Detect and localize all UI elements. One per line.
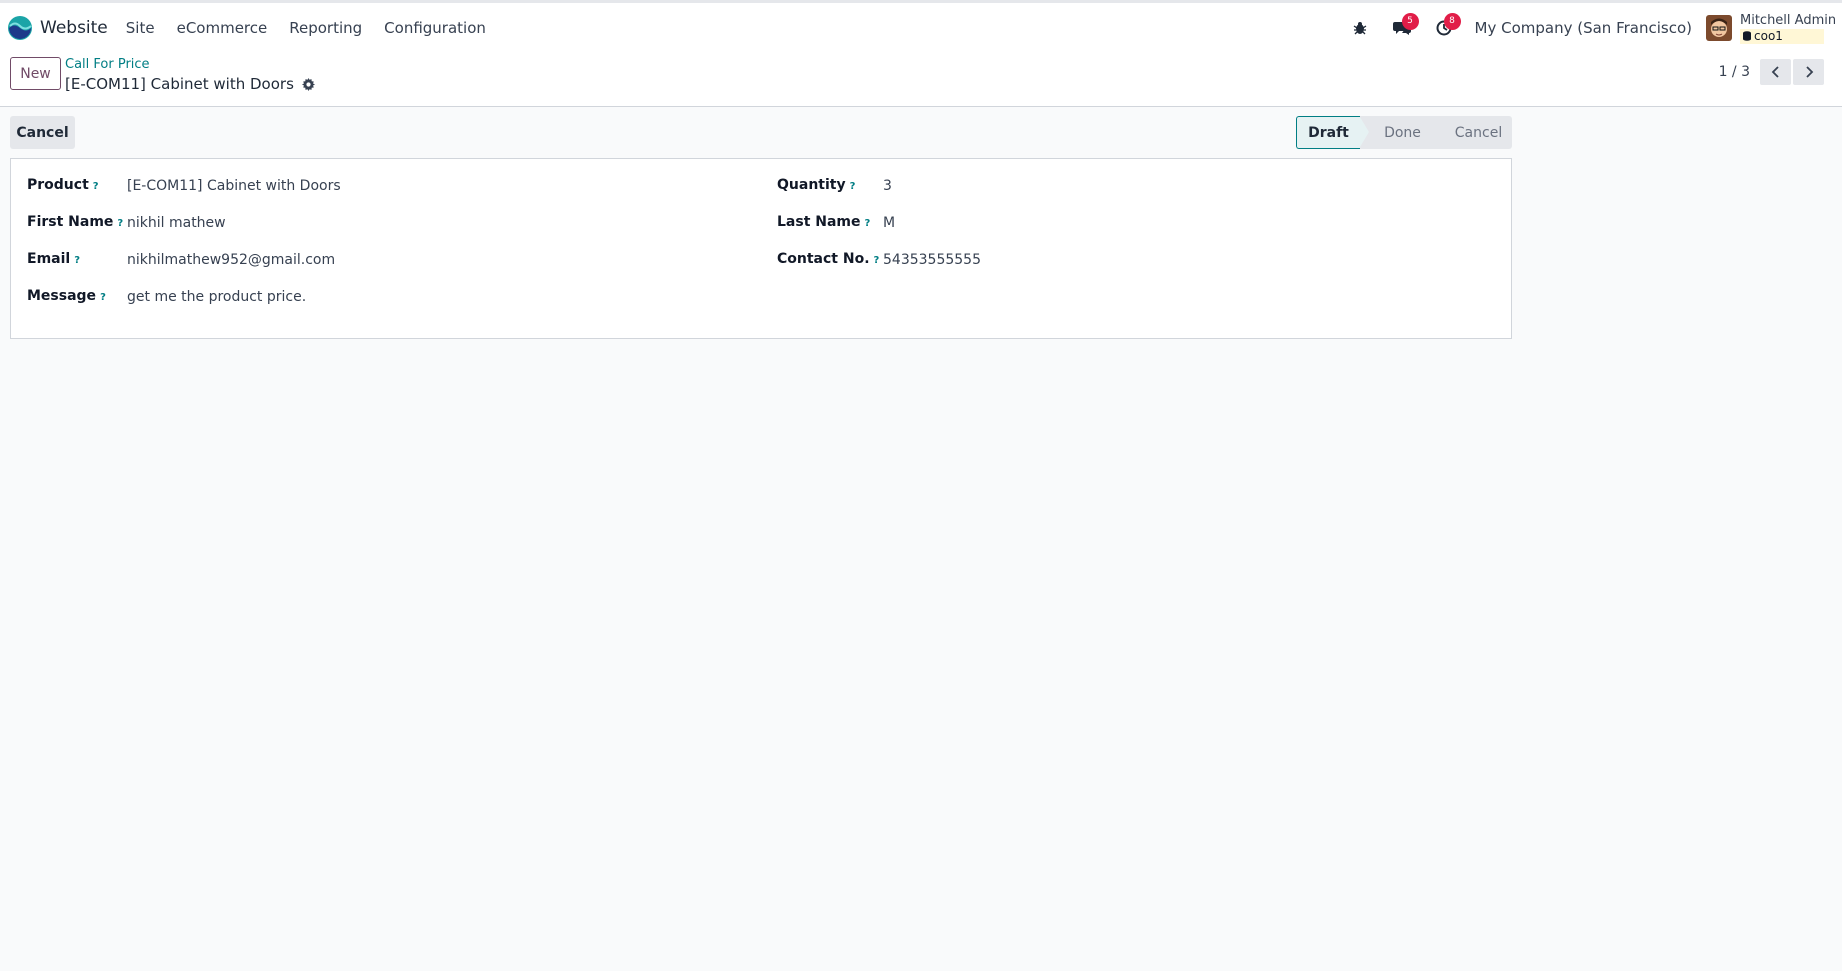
email-value[interactable]: nikhilmathew952@gmail.com [127, 252, 335, 268]
message-label: Message [27, 288, 97, 304]
field-contact-no: Contact No.? [777, 251, 879, 267]
product-label: Product [27, 177, 89, 193]
main-navbar: Website Site eCommerce Reporting Configu… [0, 0, 1842, 53]
control-panel: New Call For Price [E-COM11] Cabinet wit… [0, 53, 1842, 107]
field-email: Email? [27, 251, 80, 267]
menu-configuration[interactable]: Configuration [373, 19, 497, 37]
field-last-name: Last Name? [777, 214, 870, 230]
activities-badge: 8 [1443, 13, 1461, 30]
form-statusbar: Cancel Draft Done Cancel [10, 116, 1512, 149]
help-tooltip-icon[interactable]: ? [117, 218, 123, 229]
menu-ecommerce[interactable]: eCommerce [166, 19, 279, 37]
help-tooltip-icon[interactable]: ? [74, 255, 80, 266]
stage-cancel[interactable]: Cancel [1433, 116, 1512, 149]
message-value[interactable]: get me the product price. [127, 289, 306, 305]
stage-done[interactable]: Done [1360, 116, 1444, 149]
breadcrumb-parent-link[interactable]: Call For Price [65, 56, 315, 74]
help-tooltip-icon[interactable]: ? [93, 181, 99, 192]
email-label: Email [27, 251, 71, 267]
gear-icon[interactable] [301, 77, 315, 91]
database-icon [1743, 31, 1751, 41]
contact-no-label: Contact No. [777, 251, 870, 267]
last-name-label: Last Name [777, 214, 861, 230]
quantity-value[interactable]: 3 [883, 178, 892, 194]
user-menu[interactable]: Mitchell Admin coo1 [1740, 12, 1837, 44]
chevron-right-icon [1805, 66, 1813, 78]
help-tooltip-icon[interactable]: ? [865, 218, 871, 229]
chevron-left-icon [1771, 66, 1779, 78]
field-product: Product? [27, 177, 99, 193]
menu-reporting[interactable]: Reporting [278, 19, 373, 37]
systray: 5 8 My Company (San Francisco) Mitchell … [1339, 3, 1842, 53]
app-name: Website [40, 18, 108, 38]
help-tooltip-icon[interactable]: ? [100, 292, 106, 303]
user-name: Mitchell Admin [1740, 12, 1837, 28]
database-name: coo1 [1754, 28, 1783, 43]
messages-badge: 5 [1401, 13, 1419, 30]
app-home-link[interactable]: Website [7, 15, 108, 41]
menu-site[interactable]: Site [115, 19, 166, 37]
quantity-label: Quantity [777, 177, 846, 193]
app-menu: Site eCommerce Reporting Configuration [115, 19, 497, 37]
pager: 1 / 3 [1719, 59, 1824, 85]
status-stages: Draft Done Cancel [1296, 116, 1512, 149]
first-name-label: First Name [27, 214, 114, 230]
contact-no-value[interactable]: 54353555555 [883, 252, 981, 268]
pager-value[interactable]: 1 / 3 [1719, 64, 1750, 80]
product-value[interactable]: [E-COM11] Cabinet with Doors [127, 178, 341, 194]
user-avatar[interactable] [1706, 15, 1732, 41]
record-title: [E-COM11] Cabinet with Doors [65, 75, 294, 93]
debug-icon[interactable] [1345, 13, 1375, 43]
help-tooltip-icon[interactable]: ? [850, 181, 856, 192]
company-switcher[interactable]: My Company (San Francisco) [1475, 19, 1692, 37]
pager-next-button[interactable] [1793, 59, 1824, 85]
last-name-value[interactable]: M [883, 215, 895, 231]
activities-icon[interactable]: 8 [1429, 13, 1461, 43]
field-first-name: First Name? [27, 214, 123, 230]
breadcrumb: Call For Price [E-COM11] Cabinet with Do… [65, 56, 315, 94]
field-quantity: Quantity? [777, 177, 855, 193]
website-app-icon [8, 16, 32, 40]
stage-draft[interactable]: Draft [1296, 116, 1370, 149]
new-button[interactable]: New [10, 57, 61, 90]
first-name-value[interactable]: nikhil mathew [127, 215, 226, 231]
help-tooltip-icon[interactable]: ? [874, 255, 880, 266]
database-tag: coo1 [1740, 28, 1824, 44]
pager-previous-button[interactable] [1760, 59, 1791, 85]
messages-icon[interactable]: 5 [1387, 13, 1419, 43]
cancel-button[interactable]: Cancel [10, 116, 75, 149]
breadcrumb-current: [E-COM11] Cabinet with Doors [65, 74, 315, 94]
form-sheet: Product? [E-COM11] Cabinet with Doors Fi… [10, 158, 1512, 339]
field-message: Message? [27, 288, 106, 304]
